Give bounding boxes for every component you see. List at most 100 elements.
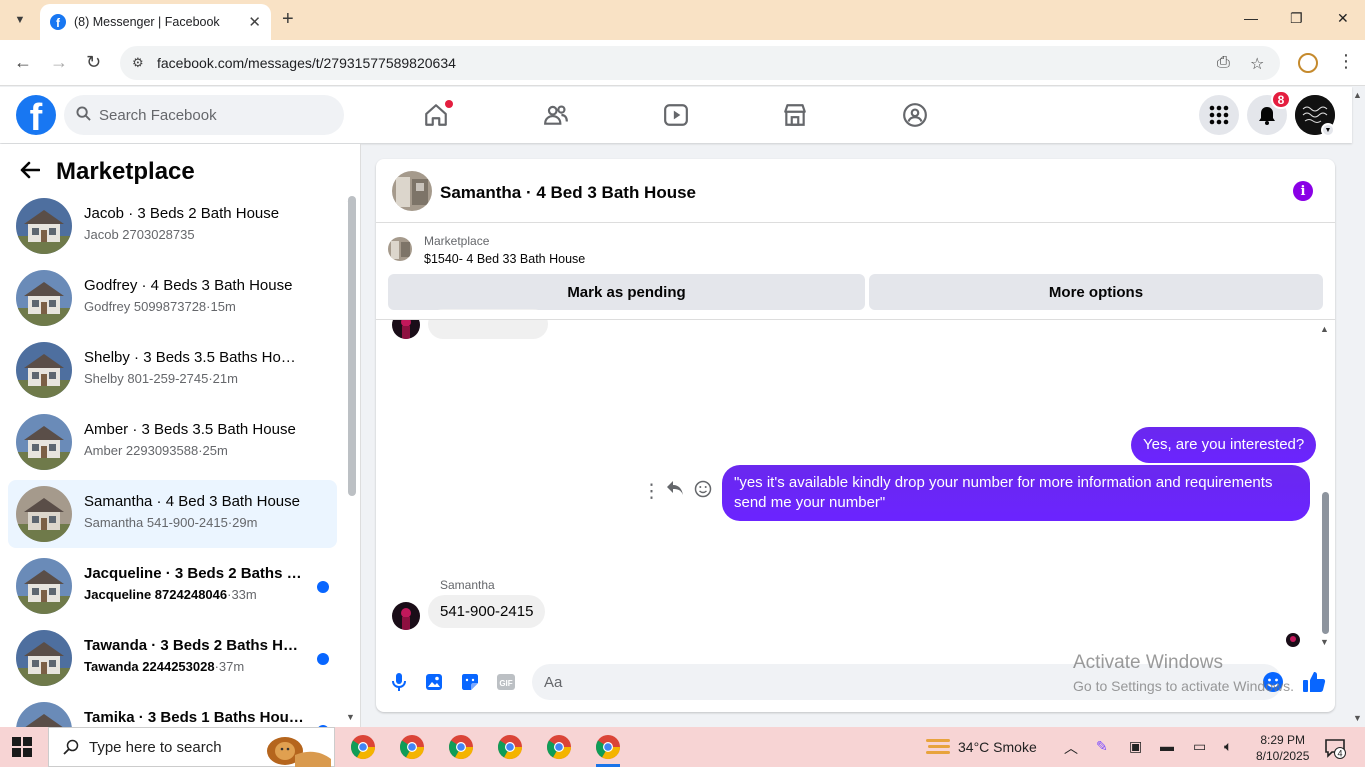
conversation-preview-text: Samantha 541-900-2415	[84, 515, 228, 530]
conversation-time: ·33m	[227, 587, 257, 602]
conversation-preview: Samantha 541-900-2415·29m	[84, 515, 257, 530]
mark-as-pending-button[interactable]: Mark as pending	[388, 274, 865, 310]
conversation-item[interactable]: Tawanda · 3 Beds 2 Baths House Tawanda 22…	[8, 624, 337, 692]
pen-icon[interactable]: ✎	[1096, 738, 1108, 755]
conversation-item[interactable]: Jacob · 3 Beds 2 Bath House Jacob 2703028…	[8, 192, 337, 260]
facebook-search-box[interactable]	[64, 95, 344, 135]
conversation-item[interactable]: Samantha · 4 Bed 3 Bath House Samantha 54…	[8, 480, 337, 548]
conversation-preview: Godfrey 5099873728·15m	[84, 299, 236, 314]
network-icon[interactable]: ▭	[1193, 738, 1206, 755]
install-app-icon[interactable]: ⎙	[1217, 54, 1230, 72]
volume-icon[interactable]: 🔈︎	[1224, 738, 1232, 755]
sidebar-scroll-down-icon[interactable]: ▼	[346, 712, 355, 722]
tab-search-chevron-icon[interactable]: ▼	[8, 8, 32, 32]
thread-scroll-down-icon[interactable]: ▼	[1320, 637, 1329, 647]
tab-title: (8) Messenger | Facebook	[74, 15, 220, 29]
restore-icon[interactable]: ❐	[1290, 10, 1303, 27]
microphone-icon[interactable]	[388, 671, 410, 693]
conversation-preview: Amber 2293093588·25m	[84, 443, 228, 458]
new-tab-icon[interactable]: +	[282, 8, 294, 30]
conversation-item[interactable]: Jacqueline · 3 Beds 2 Baths Ho... Jacquel…	[8, 552, 337, 620]
browser-profile-icon[interactable]	[1298, 53, 1318, 73]
minimize-icon[interactable]: —	[1244, 10, 1258, 26]
facebook-logo-icon[interactable]: f	[16, 95, 56, 135]
conversation-info-icon[interactable]: i	[1293, 181, 1313, 201]
page-scroll-down-icon[interactable]: ▼	[1353, 713, 1362, 723]
search-icon	[76, 105, 91, 125]
thumbs-up-like-icon[interactable]	[1301, 669, 1327, 695]
incoming-message[interactable]: 541-900-2415	[428, 595, 546, 628]
chrome-taskbar-icon[interactable]	[496, 733, 524, 761]
tab-close-icon[interactable]: ✕	[248, 13, 261, 31]
outgoing-message[interactable]: "yes it's available kindly drop your num…	[722, 465, 1310, 521]
chrome-taskbar-icon-active[interactable]	[594, 733, 622, 767]
meet-now-icon[interactable]: ▣	[1129, 738, 1142, 755]
unread-dot	[317, 581, 329, 593]
chrome-taskbar-icon[interactable]	[349, 733, 377, 761]
power-icon[interactable]: ▬	[1160, 738, 1174, 754]
svg-text:GIF: GIF	[499, 679, 512, 688]
taskbar-search-icon	[63, 739, 79, 755]
conversation-time: ·21m	[208, 371, 238, 386]
site-info-icon[interactable]: ⚙	[132, 55, 144, 71]
window-close-icon[interactable]: ✕	[1337, 10, 1349, 27]
thread-scroll-up-icon[interactable]: ▲	[1320, 324, 1329, 334]
marketplace-icon[interactable]	[777, 97, 813, 133]
back-arrow-icon[interactable]: ←	[14, 52, 32, 73]
url-text[interactable]: facebook.com/messages/t/2793157758982063…	[157, 55, 456, 71]
back-arrow-icon[interactable]	[20, 159, 41, 185]
reply-icon[interactable]	[666, 480, 684, 501]
sidebar-scrollbar[interactable]	[348, 196, 356, 496]
message-input[interactable]	[532, 664, 1282, 700]
contact-name[interactable]: Samantha · 4 Bed 3 Bath House	[440, 183, 696, 203]
taskbar-search-text: Type here to search	[89, 738, 222, 756]
friends-icon[interactable]	[538, 97, 574, 133]
search-highlight-lion-icon[interactable]	[255, 731, 335, 767]
emoji-icon[interactable]	[1262, 671, 1284, 693]
forward-arrow-icon[interactable]: →	[50, 52, 68, 73]
listing-title[interactable]: $1540- 4 Bed 33 Bath House	[424, 252, 585, 266]
thread-scrollbar[interactable]	[1322, 492, 1329, 634]
react-emoji-icon[interactable]	[694, 480, 712, 503]
message-more-icon[interactable]: ⋮	[642, 480, 661, 503]
windows-start-icon[interactable]	[12, 737, 32, 757]
page-scroll-up-icon[interactable]: ▲	[1353, 90, 1362, 100]
conversation-preview: Shelby 801-259-2745·21m	[84, 371, 238, 386]
show-hidden-icons-chevron-icon[interactable]: ︿	[1064, 738, 1078, 758]
chrome-taskbar-icon[interactable]	[545, 733, 573, 761]
bookmark-star-icon[interactable]: ☆	[1250, 54, 1264, 74]
photo-gallery-icon[interactable]	[423, 671, 445, 693]
search-input[interactable]	[99, 106, 319, 124]
conversation-item[interactable]: Tamika · 3 Beds 1 Baths House	[8, 696, 337, 727]
watch-video-icon[interactable]	[658, 97, 694, 133]
action-center-icon[interactable]: 4	[1324, 737, 1346, 764]
facebook-top-nav: f ▼	[0, 87, 1352, 143]
browser-menu-icon[interactable]: ⋮	[1337, 51, 1355, 72]
omnibox[interactable]: ⚙ facebook.com/messages/t/27931577589820…	[120, 46, 1280, 80]
contact-avatar[interactable]	[392, 602, 420, 630]
conversation-item[interactable]: Shelby · 3 Beds 3.5 Baths House Shelby 80…	[8, 336, 337, 404]
unread-dot	[317, 653, 329, 665]
contact-listing-thumbnail[interactable]	[392, 171, 432, 211]
outgoing-message[interactable]: Yes, are you interested?	[1131, 427, 1317, 463]
listing-thumbnail	[16, 702, 72, 727]
listing-thumbnail	[16, 558, 72, 614]
clock[interactable]: 8:29 PM 8/10/2025	[1256, 732, 1309, 764]
menu-grid-icon[interactable]	[1199, 95, 1239, 135]
more-options-button[interactable]: More options	[869, 274, 1323, 310]
reload-icon[interactable]: ↻	[86, 52, 101, 73]
conversation-preview-text: Godfrey 5099873728	[84, 299, 207, 314]
conversation-item[interactable]: Amber · 3 Beds 3.5 Bath House Amber 22930…	[8, 408, 337, 476]
groups-icon[interactable]	[897, 97, 933, 133]
address-bar-row: ← → ↻ ⚙ facebook.com/messages/t/27931577…	[0, 40, 1365, 86]
sidebar-header: Marketplace	[20, 158, 195, 186]
browser-tab[interactable]: f (8) Messenger | Facebook ✕	[40, 4, 271, 40]
gif-icon[interactable]: GIF	[495, 671, 517, 693]
chrome-taskbar-icon[interactable]	[447, 733, 475, 761]
conversation-item[interactable]: Godfrey · 4 Beds 3 Bath House Godfrey 509…	[8, 264, 337, 332]
weather-widget[interactable]: 34°C Smoke	[926, 737, 1037, 757]
sticker-icon[interactable]	[459, 671, 481, 693]
account-chevron-down-icon[interactable]: ▼	[1321, 123, 1335, 137]
chrome-taskbar-icon[interactable]	[398, 733, 426, 761]
listing-thumbnail[interactable]	[388, 237, 412, 261]
